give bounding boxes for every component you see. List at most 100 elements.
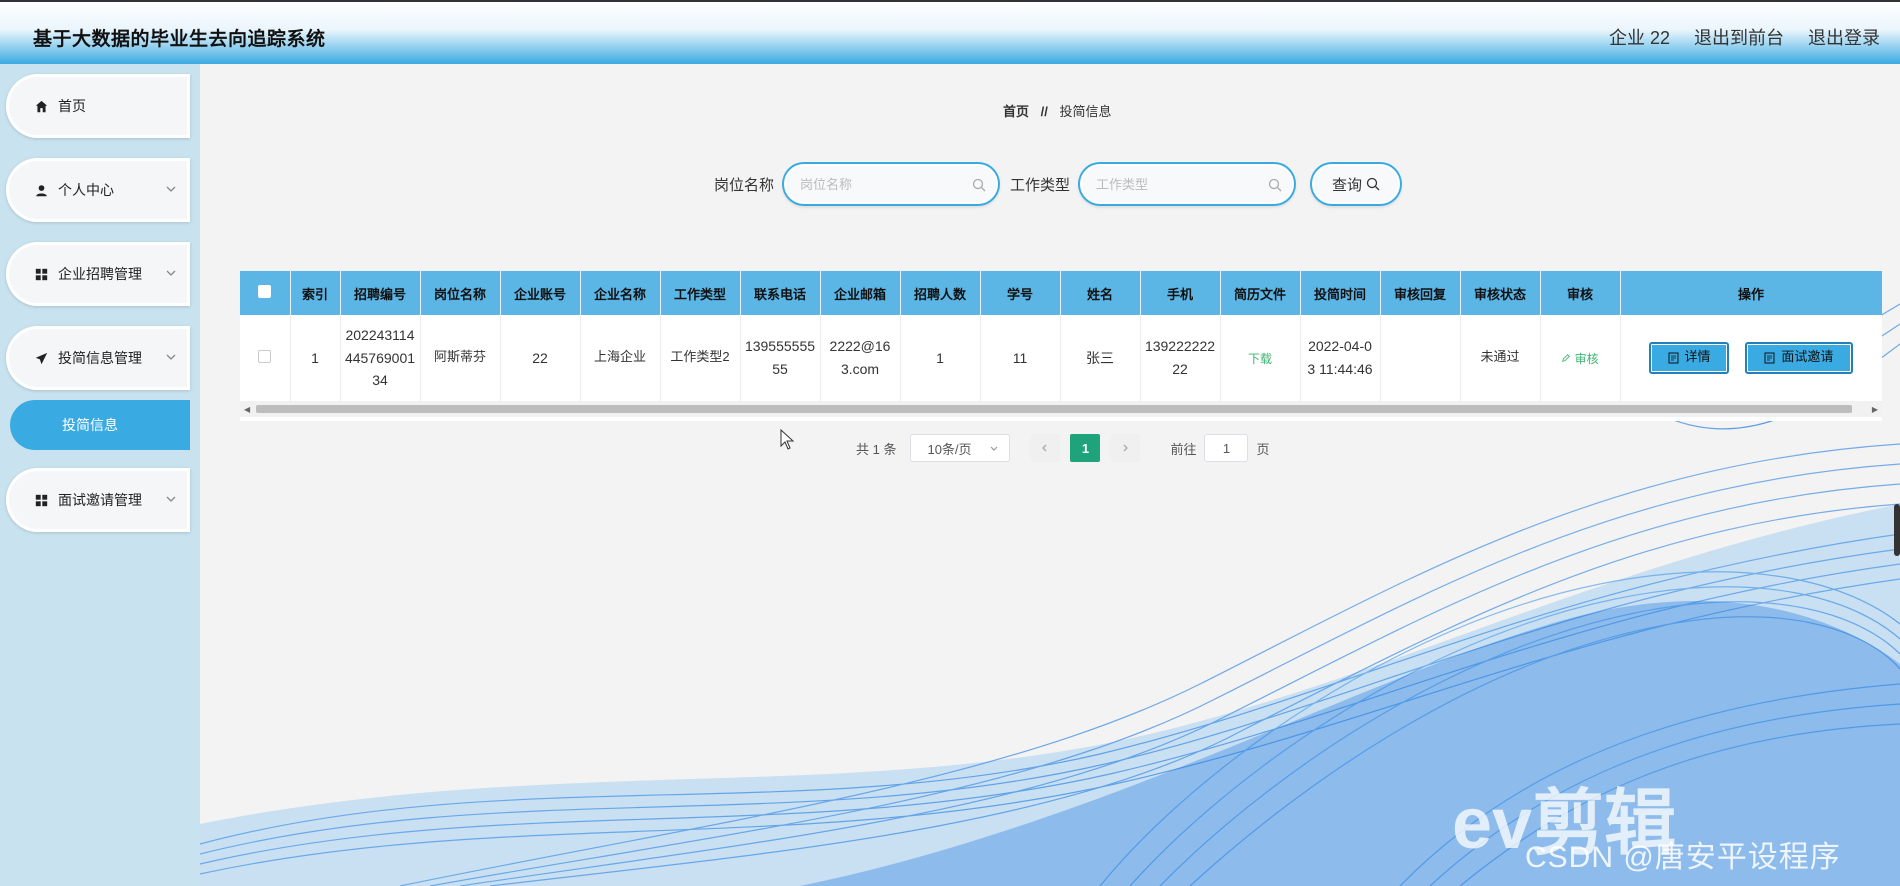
current-user: 企业 22 — [1608, 28, 1670, 48]
cell-company-name: 上海企业 — [580, 315, 661, 402]
sidebar-item-label: 投简信息管理 — [58, 350, 142, 366]
query-button[interactable]: 查询 — [1312, 164, 1401, 204]
sidebar-item-label: 企业招聘管理 — [58, 266, 142, 282]
review-link[interactable]: 审核 — [1561, 351, 1599, 366]
header-actions: 企业 22 退出到前台 退出登录 — [1609, 24, 1880, 50]
page-size-select[interactable]: 10条/页 — [910, 434, 1011, 462]
chevron-left-icon — [1042, 444, 1047, 452]
sidebar-item-label: 首页 — [58, 98, 86, 114]
horizontal-scrollbar[interactable]: ◀ ▶ — [240, 401, 1882, 417]
sidebar-subitem-label: 投简信息 — [62, 417, 118, 433]
job-type-label: 工作类型 — [1010, 176, 1071, 194]
column-header: 工作类型 — [660, 271, 741, 315]
chevron-down-icon — [166, 496, 176, 502]
total-count: 共 1 条 — [856, 441, 897, 457]
job-name-input[interactable] — [786, 166, 997, 202]
sidebar-item-interview-management[interactable]: 面试邀请管理 — [6, 468, 190, 532]
query-button-label: 查询 — [1332, 176, 1363, 194]
download-resume-link[interactable]: 下载 — [1248, 352, 1272, 366]
column-header: 手机 — [1140, 271, 1221, 315]
sidebar-subitem-applications[interactable]: 投简信息 — [10, 400, 190, 450]
document-icon — [1764, 352, 1775, 364]
detail-button[interactable]: 详情 — [1649, 341, 1730, 374]
goto-label: 前往 — [1170, 441, 1197, 457]
scrollbar-thumb[interactable] — [256, 405, 1852, 413]
goto-suffix: 页 — [1256, 441, 1270, 457]
cell-resume: 下载 — [1220, 315, 1301, 402]
sidebar-item-label: 面试邀请管理 — [58, 492, 142, 508]
logout-link[interactable]: 退出登录 — [1808, 24, 1880, 50]
chevron-right-icon — [1124, 444, 1129, 452]
column-header: 联系电话 — [740, 271, 821, 315]
user-icon — [34, 183, 48, 197]
scroll-right-arrow-icon[interactable]: ▶ — [1872, 405, 1878, 414]
job-type-input-wrap — [1080, 164, 1295, 204]
interview-invite-button-label: 面试邀请 — [1781, 349, 1834, 365]
select-all-cell[interactable] — [240, 271, 291, 315]
chevron-down-icon — [166, 354, 176, 360]
goto-page-input[interactable]: 1 — [1204, 434, 1249, 462]
page-number-current[interactable]: 1 — [1070, 434, 1101, 462]
send-icon — [34, 351, 48, 365]
review-link-label: 审核 — [1574, 351, 1599, 366]
job-name-label: 岗位名称 — [714, 176, 775, 194]
app-title: 基于大数据的毕业生去向追踪系统 — [33, 29, 326, 50]
column-header: 姓名 — [1060, 271, 1141, 315]
home-icon — [34, 99, 48, 113]
column-header: 企业名称 — [580, 271, 661, 315]
breadcrumb: 首页 // 投简信息 — [1003, 101, 1112, 120]
select-all-checkbox[interactable] — [258, 285, 272, 298]
interview-invite-button[interactable]: 面试邀请 — [1744, 341, 1853, 374]
cell-review-reply — [1380, 315, 1461, 402]
exit-to-front-link[interactable]: 退出到前台 — [1694, 24, 1784, 50]
pagination: 共 1 条 10条/页 1 前往 1 页 — [856, 434, 1270, 462]
breadcrumb-home[interactable]: 首页 — [1003, 104, 1029, 119]
column-header: 招聘人数 — [900, 271, 981, 315]
scroll-left-arrow-icon[interactable]: ◀ — [244, 405, 250, 414]
row-checkbox[interactable] — [258, 349, 272, 363]
cell-mobile: 13922222222 — [1140, 315, 1221, 402]
table-row: 1 20224311444576900134 阿斯蒂芬 22 上海企业 工作类型… — [240, 315, 1882, 402]
column-header: 简历文件 — [1220, 271, 1301, 315]
sidebar-item-application-management[interactable]: 投简信息管理 — [6, 326, 190, 390]
sidebar-item-home[interactable]: 首页 — [6, 74, 190, 138]
row-select-cell[interactable] — [240, 315, 291, 402]
cell-job-name: 阿斯蒂芬 — [420, 315, 501, 402]
column-header: 招聘编号 — [340, 271, 421, 315]
cell-name: 张三 — [1060, 315, 1141, 402]
breadcrumb-separator: // — [1040, 104, 1048, 119]
cell-review-status: 未通过 — [1460, 315, 1541, 402]
edit-icon — [1562, 353, 1571, 362]
document-icon — [1668, 352, 1679, 364]
job-type-input[interactable] — [1082, 166, 1293, 202]
page-scroll-indicator[interactable] — [1894, 504, 1900, 556]
cell-apply-time: 2022-04-03 11:44:46 — [1300, 315, 1381, 402]
cell-student-no: 11 — [980, 315, 1061, 402]
column-header: 企业邮箱 — [820, 271, 901, 315]
sidebar: 首页 个人中心 企业招聘管理 投简信息管理 投简信息 面试邀请管理 — [0, 64, 200, 886]
cell-contact-phone: 13955555555 — [740, 315, 821, 402]
search-bar: 岗位名称 工作类型 查询 — [714, 164, 1401, 204]
prev-page-button[interactable] — [1030, 434, 1061, 462]
column-header: 索引 — [290, 271, 341, 315]
column-header: 审核回复 — [1380, 271, 1461, 315]
sidebar-item-personal-center[interactable]: 个人中心 — [6, 158, 190, 222]
sidebar-item-label: 个人中心 — [58, 182, 114, 198]
table-header-row: 索引 招聘编号 岗位名称 企业账号 企业名称 工作类型 联系电话 企业邮箱 招聘… — [240, 271, 1882, 315]
search-icon — [972, 178, 986, 192]
csdn-watermark: CSDN @唐安平设程序 — [1525, 841, 1841, 874]
breadcrumb-current: 投简信息 — [1059, 104, 1112, 119]
column-header: 操作 — [1620, 271, 1882, 315]
main-content: 首页 // 投简信息 岗位名称 工作类型 查询 — [200, 64, 1900, 886]
chevron-down-icon — [991, 446, 998, 451]
sidebar-item-recruit-management[interactable]: 企业招聘管理 — [6, 242, 190, 306]
top-header: 基于大数据的毕业生去向追踪系统 企业 22 退出到前台 退出登录 — [0, 0, 1900, 64]
next-page-button[interactable] — [1110, 434, 1141, 462]
detail-button-label: 详情 — [1684, 349, 1711, 365]
search-icon — [1366, 177, 1380, 191]
column-header: 审核状态 — [1460, 271, 1541, 315]
cell-review-action: 审核 — [1540, 315, 1621, 402]
grid-icon — [34, 267, 48, 281]
cell-index: 1 — [290, 315, 341, 402]
cell-recruit-count: 1 — [900, 315, 981, 402]
